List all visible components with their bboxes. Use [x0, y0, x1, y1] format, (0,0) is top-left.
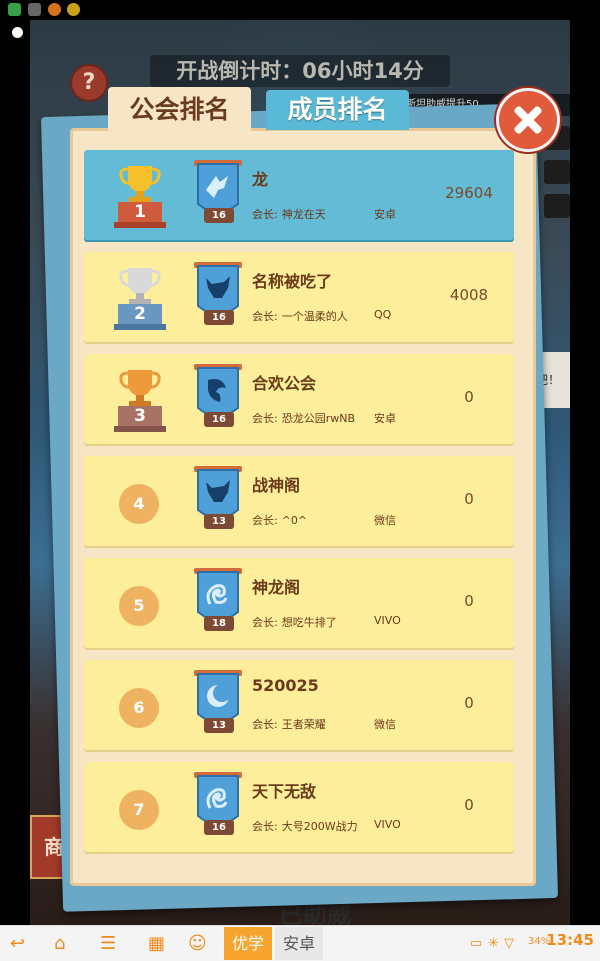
- guild-leader: 会长: 想吃牛排了: [252, 616, 337, 629]
- side-panel-tab[interactable]: [544, 160, 570, 184]
- guild-leader: 会长: 一个温柔的人: [252, 310, 348, 323]
- wifi-icon: ▽: [504, 936, 514, 951]
- sync-icon: [8, 3, 21, 16]
- back-icon[interactable]: ↩: [10, 933, 25, 955]
- gallery-icon: [28, 3, 41, 16]
- guild-row[interactable]: 4 13 战神阁 会长: ^0^ 微信 0: [84, 456, 514, 546]
- tab-youxue[interactable]: 优学: [224, 927, 272, 960]
- guild-leader: 会长: 神龙在天: [252, 208, 326, 221]
- guild-emblem: 16: [192, 364, 244, 432]
- status-strip: [0, 0, 600, 20]
- guild-emblem: 16: [192, 262, 244, 330]
- guild-name: 龙: [252, 170, 269, 189]
- notification-icon: [48, 3, 61, 16]
- guild-row[interactable]: 5 18 神龙阁 会长: 想吃牛排了 VIVO 0: [84, 558, 514, 648]
- guild-emblem: 16: [192, 160, 244, 228]
- system-navbar: ↩ ⌂ ☰ ▦ ☺ 优学 安卓 ▭ ✳ ▽ 34% 13:45: [0, 925, 600, 961]
- guild-score: 0: [464, 694, 474, 712]
- clock: 13:45: [546, 931, 594, 949]
- guild-level: 13: [204, 514, 234, 529]
- platform: QQ: [374, 308, 392, 321]
- touch-dot: [12, 27, 23, 38]
- guild-leader: 会长: ^0^: [252, 514, 308, 527]
- notification-icon: [67, 3, 80, 16]
- tab-guild-ranking[interactable]: 公会排名: [108, 87, 251, 133]
- guild-level: 16: [204, 820, 234, 835]
- platform: 微信: [374, 514, 396, 527]
- face-icon[interactable]: ☺: [188, 933, 207, 955]
- battle-countdown: 开战倒计时：06小时14分: [150, 55, 450, 87]
- guild-score: 0: [464, 388, 474, 406]
- guild-emblem: 18: [192, 568, 244, 636]
- guild-name: 名称被吃了: [252, 272, 333, 291]
- platform: 微信: [374, 718, 396, 731]
- platform: 安卓: [374, 412, 396, 425]
- guild-leader: 会长: 王者荣耀: [252, 718, 326, 731]
- guild-level: 13: [204, 718, 234, 733]
- recent-apps-icon[interactable]: ☰: [100, 933, 116, 955]
- guild-name: 战神阁: [252, 476, 301, 495]
- guild-row[interactable]: 7 16 天下无敌 会长: 大号200W战力 VIVO 0: [84, 762, 514, 852]
- tab-android[interactable]: 安卓: [275, 927, 323, 960]
- rank-number: 1: [134, 202, 146, 222]
- guild-level: 16: [204, 412, 234, 427]
- guild-score: 0: [464, 490, 474, 508]
- guild-leader: 会长: 恐龙公园rwNB: [252, 412, 356, 425]
- guild-score: 0: [464, 796, 474, 814]
- platform: 安卓: [374, 208, 396, 221]
- guild-emblem: 13: [192, 670, 244, 738]
- cast-icon: ▭: [470, 936, 483, 951]
- guild-score: 29604: [445, 184, 493, 202]
- guild-row[interactable]: 1 16 龙 会长: 神龙在天 安卓 29604: [84, 150, 514, 240]
- guild-row[interactable]: 6 13 520025 会长: 王者荣耀 微信 0: [84, 660, 514, 750]
- rank-number: 4: [119, 484, 159, 524]
- guild-name: 520025: [252, 676, 319, 695]
- close-button[interactable]: [496, 88, 560, 152]
- guild-level: 16: [204, 310, 234, 325]
- rank-number: 3: [134, 406, 146, 426]
- apps-grid-icon[interactable]: ▦: [148, 933, 165, 955]
- guild-score: 0: [464, 592, 474, 610]
- rank-number: 2: [134, 304, 146, 324]
- tab-member-ranking[interactable]: 成员排名: [266, 90, 409, 130]
- guild-row[interactable]: 3 16 合欢公会 会长: 恐龙公园rwNB 安卓 0: [84, 354, 514, 444]
- guild-emblem: 13: [192, 466, 244, 534]
- guild-row[interactable]: 2 16 名称被吃了 会长: 一个温柔的人 QQ 4008: [84, 252, 514, 342]
- platform: VIVO: [374, 614, 401, 627]
- help-button[interactable]: ?: [70, 64, 108, 102]
- home-icon[interactable]: ⌂: [54, 933, 65, 955]
- rank-number: 6: [119, 688, 159, 728]
- guild-name: 天下无敌: [252, 782, 317, 801]
- guild-emblem: 16: [192, 772, 244, 840]
- guild-leader: 会长: 大号200W战力: [252, 820, 358, 833]
- side-panel-tab[interactable]: [544, 194, 570, 218]
- guild-level: 18: [204, 616, 234, 631]
- rank-number: 7: [119, 790, 159, 830]
- guild-name: 神龙阁: [252, 578, 301, 597]
- guild-level: 16: [204, 208, 234, 223]
- bluetooth-icon: ✳: [488, 936, 499, 951]
- guild-score: 4008: [449, 286, 489, 304]
- guild-name: 合欢公会: [252, 374, 317, 393]
- platform: VIVO: [374, 818, 401, 831]
- rank-number: 5: [119, 586, 159, 626]
